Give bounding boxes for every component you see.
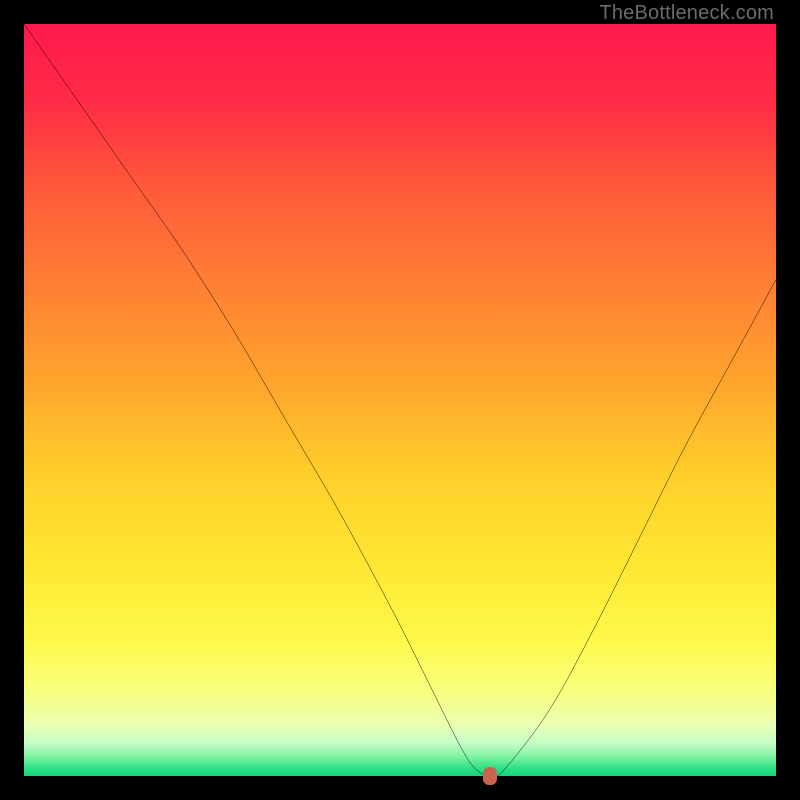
bottleneck-curve (24, 24, 776, 776)
optimum-marker (483, 767, 497, 785)
watermark-text: TheBottleneck.com (599, 2, 774, 25)
chart-area (24, 24, 776, 776)
